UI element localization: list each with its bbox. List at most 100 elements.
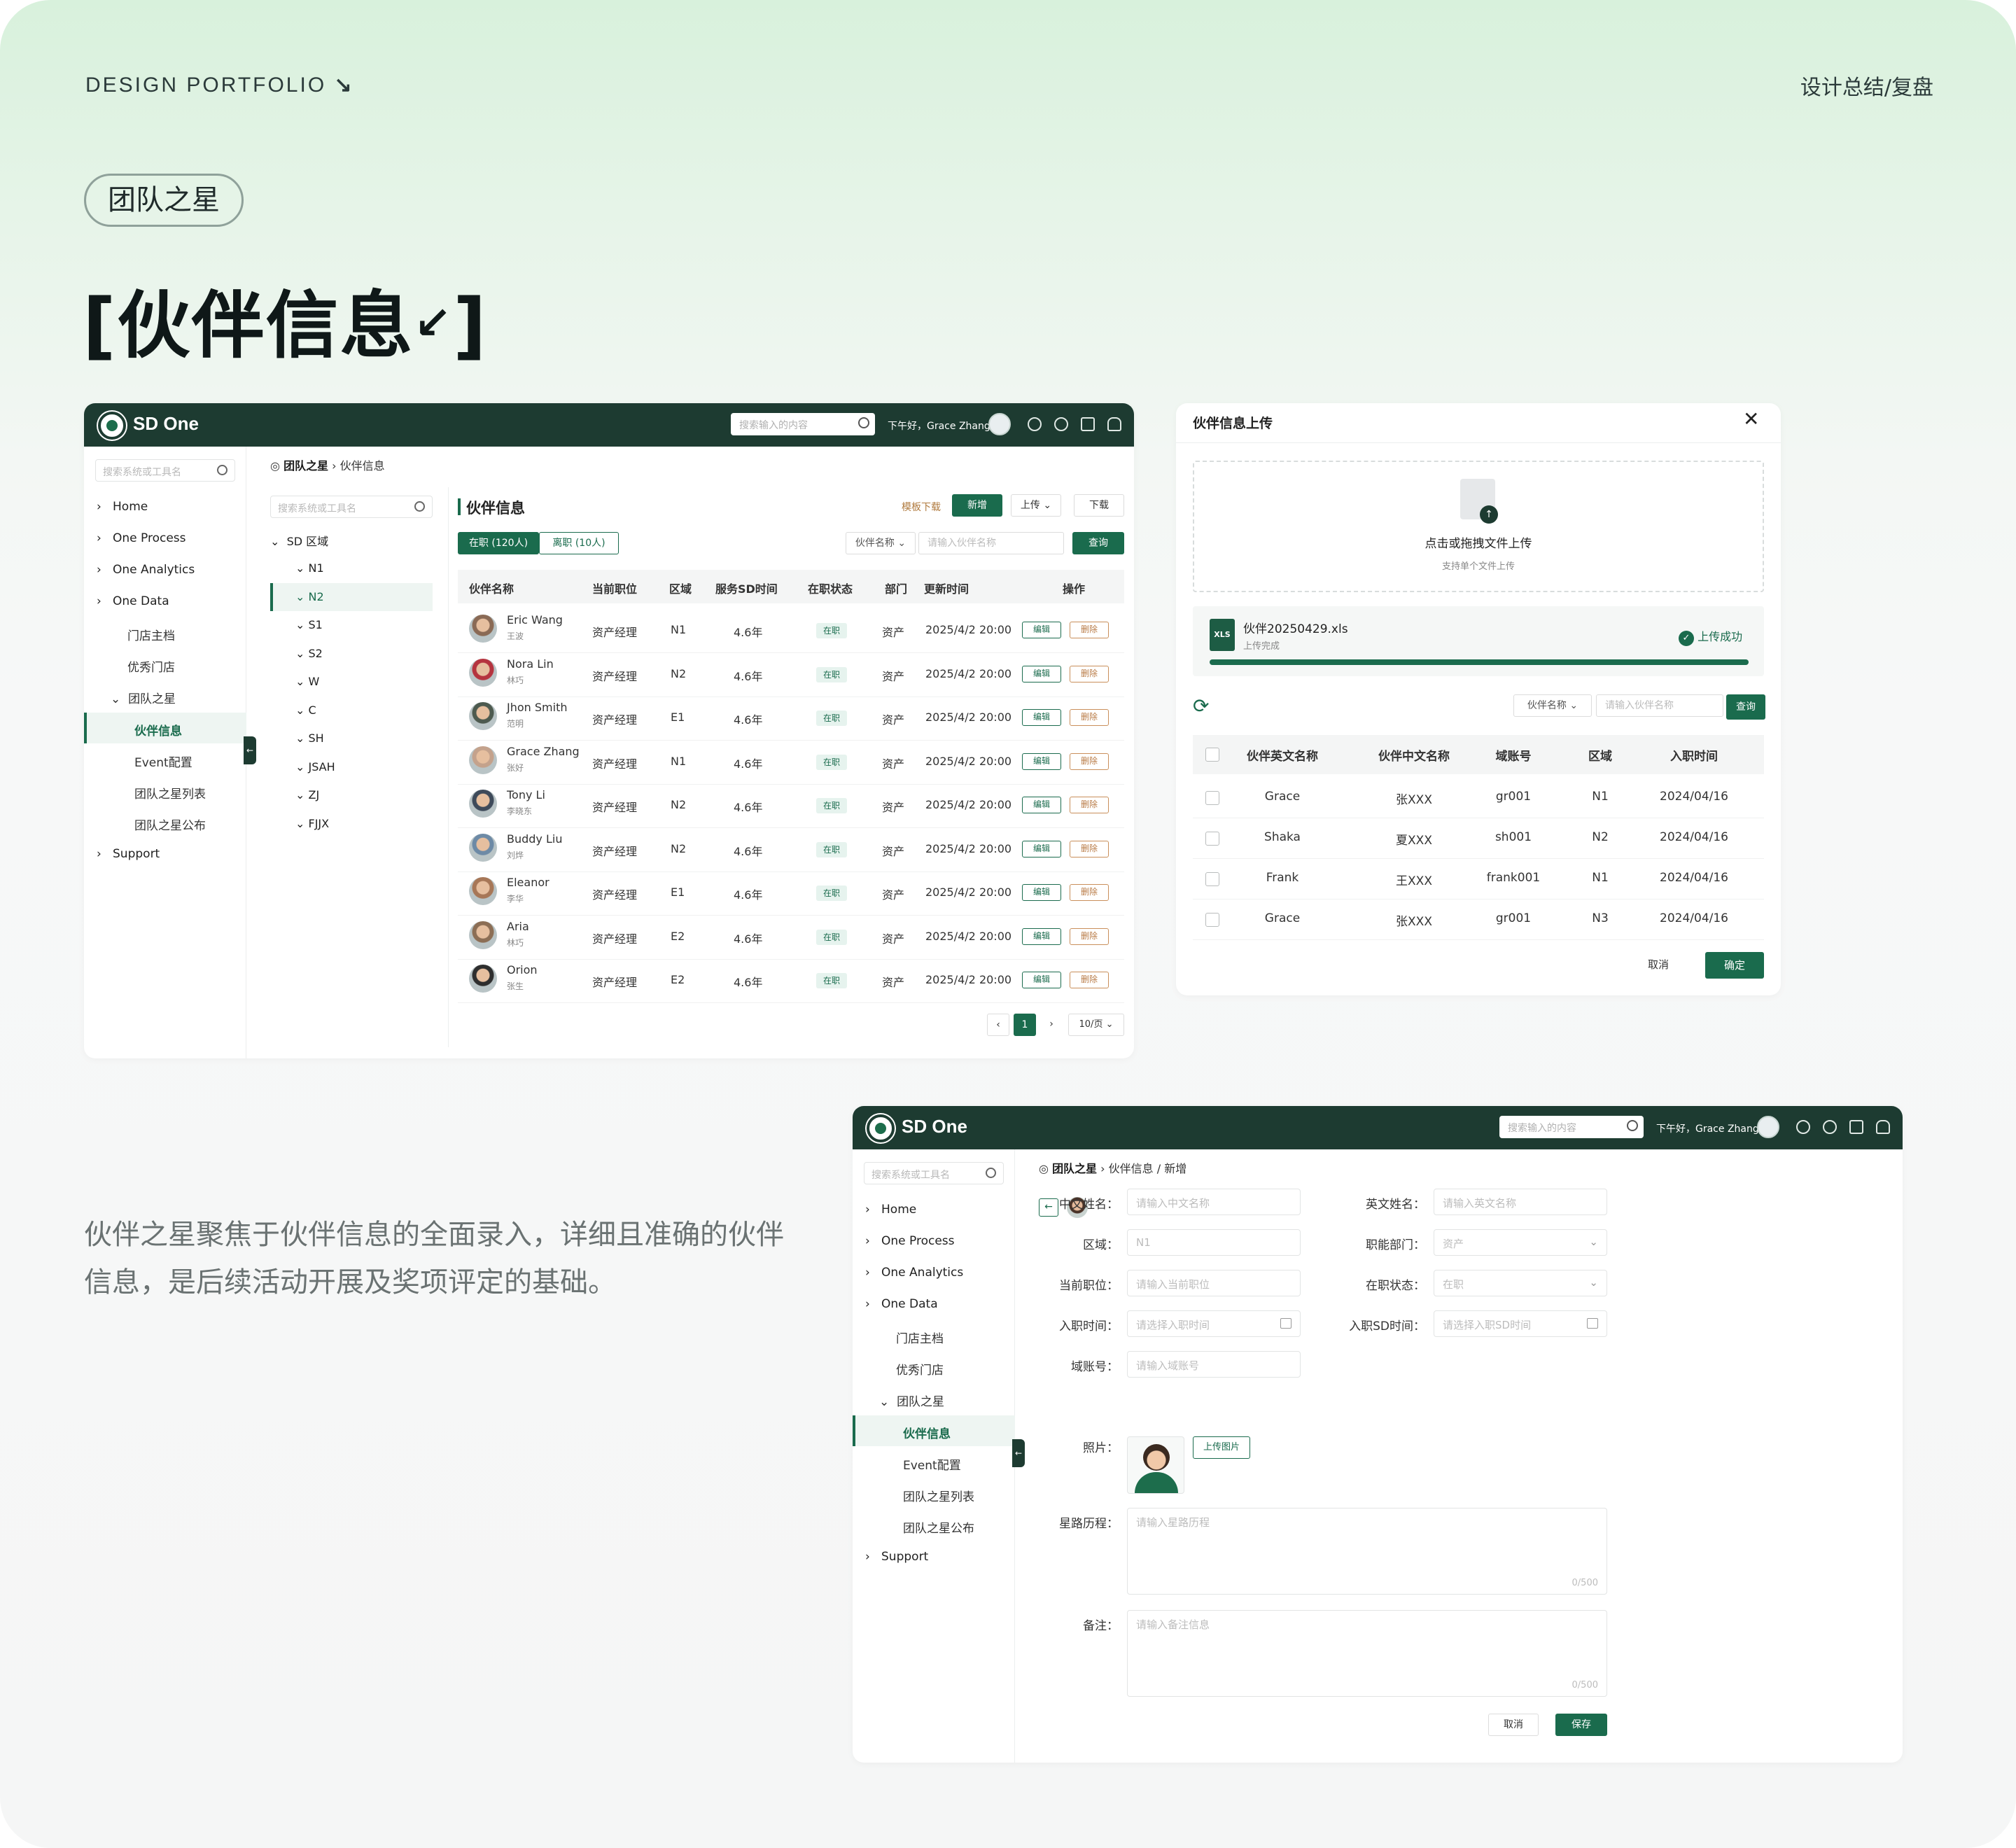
tree-item[interactable]: ⌄ S2: [295, 647, 323, 660]
tree-search-input[interactable]: 搜索系统或工具名: [270, 496, 433, 518]
todo-icon[interactable]: [1849, 1120, 1863, 1134]
row-checkbox[interactable]: [1205, 872, 1219, 886]
tab-active[interactable]: 在职 (120人): [458, 532, 539, 554]
edit-button[interactable]: 编辑: [1022, 665, 1061, 682]
help-icon[interactable]: [1054, 417, 1068, 431]
nav-home[interactable]: › Home: [865, 1203, 916, 1217]
global-search-input[interactable]: 搜索输入的内容: [731, 413, 875, 435]
en-name-field[interactable]: 请输入英文名称: [1434, 1189, 1607, 1215]
sidebar-collapse-button[interactable]: ←: [244, 736, 256, 764]
sidebar-search-input[interactable]: 搜索系统或工具名: [864, 1162, 1004, 1184]
row-checkbox[interactable]: [1205, 791, 1219, 805]
drop-zone[interactable]: ↑ 点击或拖拽文件上传 支持单个文件上传: [1193, 461, 1764, 592]
delete-button[interactable]: 删除: [1070, 884, 1109, 901]
tree-item[interactable]: ⌄ ZJ: [295, 788, 319, 802]
cn-name-field[interactable]: 请输入中文名称: [1127, 1189, 1301, 1215]
tree-item[interactable]: ⌄ JSAH: [295, 760, 335, 774]
position-field[interactable]: 请输入当前职位: [1127, 1270, 1301, 1296]
close-icon[interactable]: ✕: [1743, 407, 1759, 430]
delete-button[interactable]: 删除: [1070, 752, 1109, 770]
edit-button[interactable]: 编辑: [1022, 840, 1061, 858]
nav-team-star[interactable]: ⌄ 团队之星: [879, 1392, 944, 1409]
nav-one-process[interactable]: › One Process: [865, 1234, 955, 1248]
account-field[interactable]: 请输入域账号: [1127, 1351, 1301, 1378]
nav-star-notice[interactable]: 团队之星公布: [903, 1518, 974, 1536]
edit-button[interactable]: 编辑: [1022, 927, 1061, 945]
delete-button[interactable]: 删除: [1070, 972, 1109, 988]
dialog-cancel-button[interactable]: 取消: [1628, 952, 1688, 979]
nav-star-list[interactable]: 团队之星列表: [134, 784, 206, 802]
nav-support[interactable]: › Support: [865, 1550, 928, 1564]
global-search-input[interactable]: 搜索输入的内容: [1499, 1116, 1644, 1138]
nav-partner-info[interactable]: 伙伴信息: [903, 1424, 951, 1441]
edit-button[interactable]: 编辑: [1022, 884, 1061, 901]
user-avatar[interactable]: [988, 413, 1011, 435]
edit-button[interactable]: 编辑: [1022, 709, 1061, 726]
row-checkbox[interactable]: [1205, 832, 1219, 846]
user-avatar[interactable]: [1757, 1116, 1779, 1138]
users-icon[interactable]: [1796, 1120, 1810, 1134]
next-page-button[interactable]: ›: [1040, 1014, 1063, 1036]
dialog-filter-input[interactable]: 请输入伙伴名称: [1596, 694, 1723, 717]
filter-input[interactable]: 请输入伙伴名称: [918, 532, 1064, 554]
nav-star-list[interactable]: 团队之星列表: [903, 1487, 974, 1504]
delete-button[interactable]: 删除: [1070, 665, 1109, 682]
nav-excellent-store[interactable]: 优秀门店: [896, 1360, 944, 1378]
users-icon[interactable]: [1028, 417, 1042, 431]
bell-icon[interactable]: [1876, 1120, 1890, 1134]
help-icon[interactable]: [1823, 1120, 1837, 1134]
nav-star-notice[interactable]: 团队之星公布: [134, 816, 206, 833]
tree-item[interactable]: ⌄ SH: [295, 732, 324, 745]
page-1-button[interactable]: 1: [1014, 1014, 1036, 1036]
tree-item[interactable]: ⌄ W: [295, 675, 319, 688]
delete-button[interactable]: 删除: [1070, 622, 1109, 638]
refresh-icon[interactable]: ⟳: [1193, 694, 1209, 718]
edit-button[interactable]: 编辑: [1022, 752, 1061, 770]
upload-button[interactable]: 上传 ⌄: [1011, 494, 1061, 517]
nav-one-data[interactable]: › One Data: [865, 1297, 938, 1311]
delete-button[interactable]: 删除: [1070, 927, 1109, 945]
delete-button[interactable]: 删除: [1070, 709, 1109, 726]
dialog-confirm-button[interactable]: 确定: [1705, 952, 1764, 979]
nav-one-analytics[interactable]: › One Analytics: [97, 563, 195, 577]
dialog-filter-select[interactable]: 伙伴名称 ⌄: [1513, 694, 1592, 717]
nav-one-data[interactable]: › One Data: [97, 594, 169, 608]
filter-select[interactable]: 伙伴名称 ⌄: [846, 532, 916, 554]
upload-photo-button[interactable]: 上传图片: [1193, 1436, 1250, 1459]
edit-button[interactable]: 编辑: [1022, 797, 1061, 813]
form-save-button[interactable]: 保存: [1555, 1714, 1607, 1736]
join-date-field[interactable]: 请选择入职时间: [1127, 1310, 1301, 1337]
join-sd-field[interactable]: 请选择入职SD时间: [1434, 1310, 1607, 1337]
journey-textarea[interactable]: 请输入星路历程 0/500: [1127, 1508, 1607, 1595]
form-cancel-button[interactable]: 取消: [1488, 1714, 1539, 1736]
nav-home[interactable]: › Home: [97, 500, 148, 514]
bell-icon[interactable]: [1107, 417, 1121, 431]
tab-inactive[interactable]: 离职 (10人): [539, 532, 619, 554]
nav-team-star[interactable]: ⌄ 团队之星: [111, 689, 176, 706]
query-button[interactable]: 查询: [1072, 532, 1124, 554]
nav-support[interactable]: › Support: [97, 847, 160, 861]
template-download-link[interactable]: 模板下载: [902, 500, 941, 514]
select-all-checkbox[interactable]: [1205, 748, 1219, 762]
edit-button[interactable]: 编辑: [1022, 622, 1061, 638]
remark-textarea[interactable]: 请输入备注信息 0/500: [1127, 1610, 1607, 1697]
nav-event-config[interactable]: Event配置: [903, 1455, 961, 1473]
region-field[interactable]: N1: [1127, 1229, 1301, 1256]
nav-one-analytics[interactable]: › One Analytics: [865, 1266, 963, 1280]
tree-item[interactable]: ⌄ N1: [295, 561, 324, 575]
sidebar-search-input[interactable]: 搜索系统或工具名: [95, 459, 235, 482]
edit-button[interactable]: 编辑: [1022, 972, 1061, 988]
nav-store-archive[interactable]: 门店主档: [896, 1329, 944, 1346]
nav-store-archive[interactable]: 门店主档: [127, 626, 175, 643]
todo-icon[interactable]: [1081, 417, 1095, 431]
delete-button[interactable]: 删除: [1070, 797, 1109, 813]
dialog-query-button[interactable]: 查询: [1726, 694, 1765, 720]
nav-one-process[interactable]: › One Process: [97, 531, 186, 545]
row-checkbox[interactable]: [1205, 913, 1219, 927]
add-button[interactable]: 新增: [952, 494, 1002, 517]
page-size-select[interactable]: 10/页 ⌄: [1068, 1014, 1124, 1036]
dept-field[interactable]: 资产 ⌄: [1434, 1229, 1607, 1256]
nav-partner-info[interactable]: 伙伴信息: [134, 721, 182, 738]
download-button[interactable]: 下载: [1074, 494, 1124, 517]
tree-item[interactable]: ⌄ C: [295, 704, 316, 717]
